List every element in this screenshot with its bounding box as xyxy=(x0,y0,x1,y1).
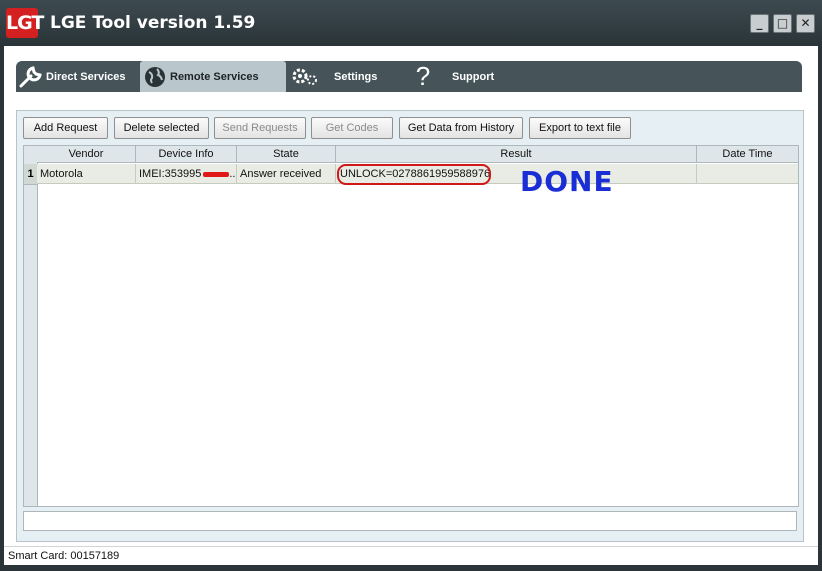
export-text-button[interactable]: Export to text file xyxy=(529,117,631,139)
cell-device-info[interactable]: IMEI:353995... xyxy=(136,164,237,184)
app-logo: LGT xyxy=(6,8,44,38)
remote-services-panel: Add Request Delete selected Send Request… xyxy=(16,110,804,542)
column-header-vendor[interactable]: Vendor xyxy=(37,146,136,163)
tab-remote-services[interactable]: Remote Services xyxy=(140,61,286,92)
highlight-circle xyxy=(337,164,491,185)
tab-label: Support xyxy=(452,70,495,83)
add-request-button[interactable]: Add Request xyxy=(23,117,108,139)
window-title: LGE Tool version 1.59 xyxy=(50,13,256,33)
main-window: Direct Services Remote Services Settings… xyxy=(4,46,818,565)
maximize-icon[interactable]: □ xyxy=(773,14,792,33)
minimize-icon[interactable]: _ xyxy=(750,14,769,33)
get-data-history-button[interactable]: Get Data from History xyxy=(399,117,523,139)
globe-icon xyxy=(140,63,170,91)
tab-settings[interactable]: Settings xyxy=(290,61,390,92)
question-icon: ? xyxy=(415,61,431,91)
send-requests-button[interactable]: Send Requests xyxy=(214,117,306,139)
get-codes-button[interactable]: Get Codes xyxy=(311,117,393,139)
tab-label: Direct Services xyxy=(46,70,126,83)
done-annotation: DONE xyxy=(520,165,614,198)
tab-bar: Direct Services Remote Services Settings… xyxy=(16,61,802,92)
cell-date-time[interactable] xyxy=(697,164,798,184)
tab-support[interactable]: ? Support xyxy=(408,61,508,92)
column-header-date-time[interactable]: Date Time xyxy=(697,146,798,163)
log-input[interactable] xyxy=(23,511,797,531)
tab-label: Settings xyxy=(334,70,378,83)
gears-icon xyxy=(290,63,320,91)
smart-card-label: Smart Card: 00157189 xyxy=(8,550,120,562)
wrench-icon xyxy=(16,63,46,91)
row-number: 1 xyxy=(24,164,37,185)
column-header-result[interactable]: Result xyxy=(336,146,697,163)
tab-label: Remote Services xyxy=(170,70,259,83)
tab-direct-services[interactable]: Direct Services xyxy=(16,61,140,92)
close-icon[interactable]: ✕ xyxy=(796,14,815,33)
column-header-state[interactable]: State xyxy=(237,146,336,163)
delete-selected-button[interactable]: Delete selected xyxy=(114,117,209,139)
requests-table: Vendor Device Info State Result Date Tim… xyxy=(23,145,799,507)
cell-state[interactable]: Answer received xyxy=(237,164,336,184)
device-info-ellipsis: ... xyxy=(229,168,236,180)
status-bar: Smart Card: 00157189 xyxy=(4,546,818,565)
title-bar: LGT LGE Tool version 1.59 _ □ ✕ xyxy=(0,0,822,46)
row-indicator-column xyxy=(24,146,38,506)
cell-vendor[interactable]: Motorola xyxy=(37,164,136,184)
device-info-text: IMEI:353995 xyxy=(139,168,202,180)
column-header-device-info[interactable]: Device Info xyxy=(136,146,237,163)
redaction-mark xyxy=(203,171,230,177)
